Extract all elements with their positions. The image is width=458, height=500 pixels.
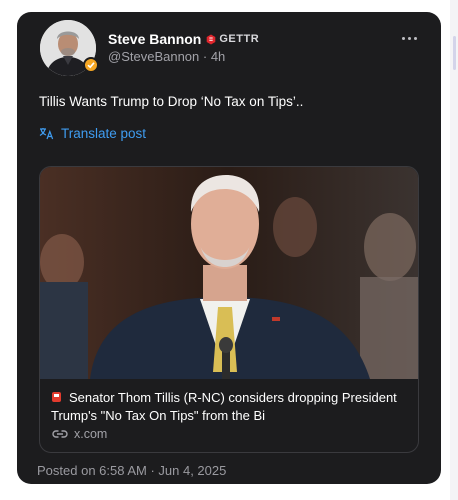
author-name-line: Steve Bannon GETTR (108, 30, 259, 48)
link-preview-card[interactable]: Senator Thom Tillis (R-NC) considers dro… (39, 166, 419, 453)
preview-image (40, 167, 418, 379)
page-scrollbar[interactable] (450, 0, 458, 500)
link-preview-domain-text: x.com (74, 427, 108, 441)
more-dots-icon[interactable] (397, 30, 421, 46)
link-preview-title: Senator Thom Tillis (R-NC) considers dro… (51, 389, 413, 425)
author-display-name[interactable]: Steve Bannon (108, 31, 201, 47)
dot (407, 36, 411, 40)
platform-badge: GETTR (206, 33, 259, 45)
translate-post-label: Translate post (61, 126, 147, 141)
translate-icon (39, 128, 54, 140)
scrollbar-thumb[interactable] (453, 36, 456, 70)
link-preview-title-text: Senator Thom Tillis (R-NC) considers dro… (51, 390, 397, 423)
red-flag-emoji-icon (52, 392, 61, 402)
gettr-logo-icon (207, 34, 216, 44)
dot (413, 36, 417, 40)
post-card: Steve Bannon GETTR @SteveBannon · 4h Til… (17, 12, 441, 484)
translate-post-link[interactable]: Translate post (39, 126, 146, 141)
author-handle-time: @SteveBannon · 4h (108, 49, 226, 64)
link-icon (52, 430, 68, 438)
post-text: Tillis Wants Trump to Drop ‘No Tax on Ti… (39, 94, 304, 109)
link-preview-domain: x.com (52, 427, 107, 441)
verified-badge-icon (83, 57, 99, 73)
platform-badge-label: GETTR (219, 33, 260, 45)
post-timestamp: Posted on 6:58 AM · Jun 4, 2025 (37, 463, 227, 478)
dot (401, 36, 405, 40)
